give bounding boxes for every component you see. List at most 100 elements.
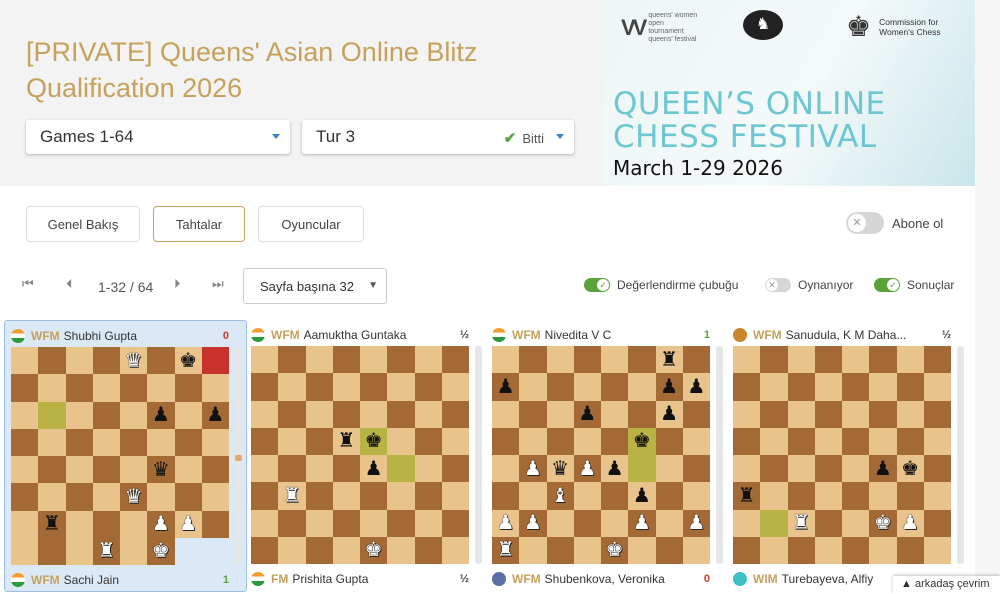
- board-square[interactable]: [733, 400, 761, 428]
- board-square[interactable]: [38, 483, 66, 511]
- board-square[interactable]: ♜: [787, 509, 815, 537]
- prev-page-icon[interactable]: ⏴: [66, 276, 73, 292]
- board-square[interactable]: [11, 537, 39, 565]
- board-square[interactable]: [787, 482, 815, 510]
- board-square[interactable]: [492, 455, 520, 483]
- board-square[interactable]: [760, 482, 788, 510]
- board-square[interactable]: ♜: [278, 482, 306, 510]
- board-square[interactable]: [251, 509, 279, 537]
- board-square[interactable]: [414, 346, 442, 374]
- board-square[interactable]: [546, 509, 574, 537]
- next-page-icon[interactable]: ⏵: [174, 276, 181, 292]
- board-square[interactable]: [760, 536, 788, 564]
- board-square[interactable]: ♚: [360, 427, 388, 455]
- board-square[interactable]: [92, 456, 120, 484]
- board-square[interactable]: [387, 536, 415, 564]
- board-square[interactable]: [174, 401, 202, 429]
- board-square[interactable]: [11, 456, 39, 484]
- board-square[interactable]: [869, 373, 897, 401]
- white-bishop-icon[interactable]: ♝: [551, 486, 569, 506]
- board-square[interactable]: ♟: [360, 455, 388, 483]
- board-square[interactable]: ♟: [519, 509, 547, 537]
- black-rook-icon[interactable]: ♜: [660, 350, 678, 370]
- board-square[interactable]: ♟: [519, 455, 547, 483]
- board-square[interactable]: [760, 346, 788, 374]
- board-square[interactable]: [814, 455, 842, 483]
- black-queen-icon[interactable]: ♛: [551, 459, 569, 479]
- board-square[interactable]: [65, 401, 93, 429]
- white-pawn-icon[interactable]: ♟: [578, 459, 596, 479]
- board-square[interactable]: [628, 536, 656, 564]
- board-card[interactable]: WFM Shubhi Gupta 0 ♛ ♚ ♟ ♟ ♛ ♛ ♜ ♟ ♟ ♜ ♚ WFM Sachi Jain…: [4, 320, 247, 592]
- board-square[interactable]: [814, 346, 842, 374]
- board-square[interactable]: [655, 509, 683, 537]
- board-square[interactable]: [923, 536, 951, 564]
- board-square[interactable]: [869, 427, 897, 455]
- board-square[interactable]: ♟: [628, 509, 656, 537]
- board-square[interactable]: [11, 483, 39, 511]
- board-square[interactable]: [278, 346, 306, 374]
- board-square[interactable]: [441, 400, 469, 428]
- black-rook-icon[interactable]: ♜: [43, 514, 61, 534]
- board-square[interactable]: [201, 510, 229, 538]
- board-square[interactable]: [120, 456, 148, 484]
- board-square[interactable]: [787, 536, 815, 564]
- board-square[interactable]: [332, 536, 360, 564]
- white-king-icon[interactable]: ♚: [606, 540, 624, 560]
- board-square[interactable]: [120, 510, 148, 538]
- white-pawn-icon[interactable]: ♟: [687, 513, 705, 533]
- board-square[interactable]: [546, 536, 574, 564]
- board-square[interactable]: [787, 455, 815, 483]
- toggle-switch[interactable]: ✓: [874, 278, 900, 292]
- board-square[interactable]: [305, 427, 333, 455]
- white-rook-icon[interactable]: ♜: [283, 486, 301, 506]
- board-square[interactable]: [251, 536, 279, 564]
- board-square[interactable]: [842, 373, 870, 401]
- board-square[interactable]: [573, 482, 601, 510]
- board-square[interactable]: [655, 455, 683, 483]
- board-square[interactable]: [441, 482, 469, 510]
- board-square[interactable]: [519, 400, 547, 428]
- board-square[interactable]: [278, 427, 306, 455]
- board-square[interactable]: [92, 428, 120, 456]
- white-pawn-icon[interactable]: ♟: [524, 513, 542, 533]
- board-square[interactable]: [387, 482, 415, 510]
- board-square[interactable]: [842, 482, 870, 510]
- white-pawn-icon[interactable]: ♟: [497, 513, 515, 533]
- board-square[interactable]: [628, 400, 656, 428]
- board-square[interactable]: [92, 510, 120, 538]
- chat-tab[interactable]: ▲ arkadaş çevrim: [893, 576, 1000, 594]
- board-square[interactable]: ♟: [682, 509, 710, 537]
- board-square[interactable]: [842, 536, 870, 564]
- player-row-bottom[interactable]: FM Prishita Gupta ½: [251, 570, 469, 588]
- board-square[interactable]: ♚: [147, 537, 175, 565]
- player-row-top[interactable]: WFM Sanudula, K M Daha... ½: [733, 326, 951, 344]
- white-rook-icon[interactable]: ♜: [97, 541, 115, 561]
- board-square[interactable]: [842, 427, 870, 455]
- board-square[interactable]: ♚: [174, 347, 202, 375]
- board-square[interactable]: [332, 482, 360, 510]
- board-square[interactable]: [492, 346, 520, 374]
- board-square[interactable]: [842, 509, 870, 537]
- board-square[interactable]: [332, 373, 360, 401]
- board-square[interactable]: [65, 537, 93, 565]
- black-pawn-icon[interactable]: ♟: [874, 459, 892, 479]
- board-square[interactable]: [519, 346, 547, 374]
- board-square[interactable]: ♟: [682, 373, 710, 401]
- board-square[interactable]: [360, 373, 388, 401]
- board-square[interactable]: ♝: [546, 482, 574, 510]
- tab-overview[interactable]: Genel Bakış: [26, 206, 140, 242]
- board-square[interactable]: [601, 373, 629, 401]
- board-square[interactable]: ♛: [546, 455, 574, 483]
- board-square[interactable]: [305, 482, 333, 510]
- board-square[interactable]: [251, 482, 279, 510]
- black-pawn-icon[interactable]: ♟: [365, 459, 383, 479]
- board-square[interactable]: [441, 509, 469, 537]
- board-square[interactable]: ♜: [332, 427, 360, 455]
- board-square[interactable]: [923, 373, 951, 401]
- round-select[interactable]: Tur 3 ✔ Bitti: [302, 120, 574, 154]
- board-square[interactable]: [814, 373, 842, 401]
- board-square[interactable]: ♟: [869, 455, 897, 483]
- board-square[interactable]: ♟: [655, 400, 683, 428]
- board-square[interactable]: [11, 347, 39, 375]
